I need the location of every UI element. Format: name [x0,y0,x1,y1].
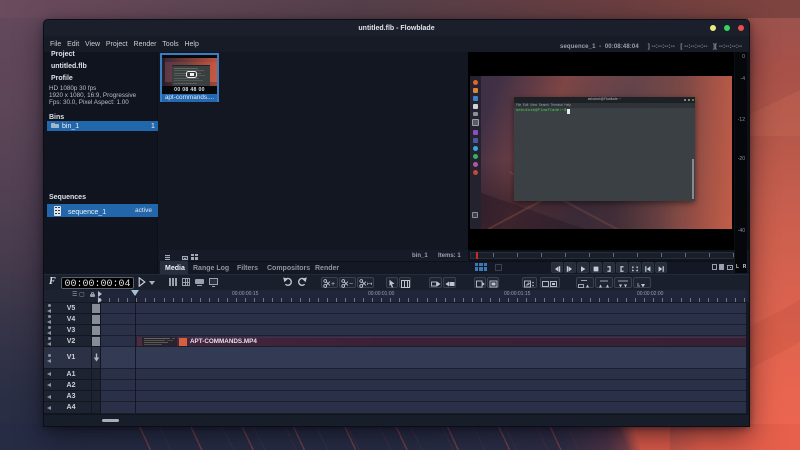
svg-text:↦: ↦ [367,281,372,288]
svg-text:+: + [331,281,335,288]
svg-text:−: − [349,281,353,288]
